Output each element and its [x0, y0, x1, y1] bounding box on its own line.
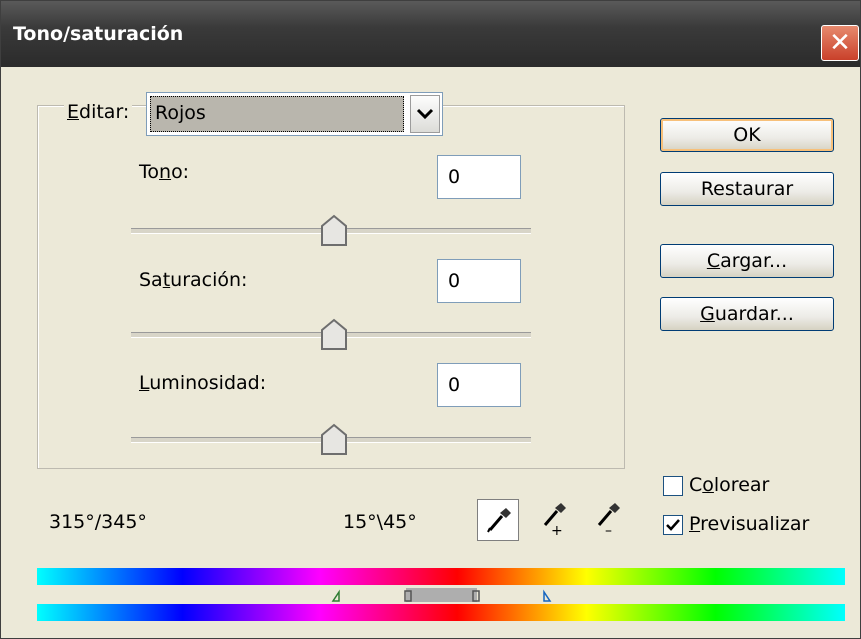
dropdown-button[interactable] [410, 95, 440, 133]
preview-label[interactable]: Previsualizar [689, 513, 809, 535]
title-bar[interactable]: Tono/saturación ✕ [1, 1, 860, 67]
edit-channel-value[interactable]: Rojos [150, 96, 404, 132]
lightness-label: Luminosidad: [139, 372, 267, 394]
hue-label: Tono: [139, 161, 190, 183]
hue-saturation-dialog: Tono/saturación ✕ Editar: Rojos Tono: 0 … [0, 0, 861, 639]
eyedropper-minus-tool[interactable]: – [587, 497, 629, 539]
saturation-label: Saturación: [139, 269, 248, 291]
lightness-slider-thumb[interactable] [317, 423, 351, 457]
range-right-readout: 15°\45° [343, 511, 417, 533]
colorize-label[interactable]: Colorear [689, 474, 769, 496]
close-button[interactable]: ✕ [821, 25, 859, 61]
eyedropper-minus-icon: – [597, 503, 620, 539]
saturation-input[interactable]: 0 [437, 259, 521, 303]
window-title: Tono/saturación [13, 23, 184, 45]
chevron-down-icon [416, 108, 434, 120]
range-right-outer-handle [543, 589, 552, 602]
range-left-inner-handle [404, 590, 412, 602]
hue-slider-thumb[interactable] [317, 214, 351, 248]
range-sliders[interactable] [331, 588, 571, 604]
svg-text:+: + [551, 523, 563, 537]
eyedropper-plus-icon: + [543, 503, 566, 539]
eyedropper-plus-tool[interactable]: + [533, 497, 575, 539]
checkmark-icon [666, 519, 680, 531]
colorize-checkbox[interactable] [663, 476, 683, 496]
svg-text:–: – [605, 523, 612, 537]
edit-group-frame [37, 105, 625, 469]
preview-checkbox[interactable] [663, 515, 683, 535]
range-left-readout: 315°/345° [49, 511, 147, 533]
hue-spectrum-bottom [37, 604, 845, 621]
hue-spectrum-top [37, 568, 845, 585]
save-button[interactable]: Guardar... [660, 297, 834, 331]
eyedropper-icon [487, 508, 511, 533]
range-right-inner-handle [472, 590, 480, 602]
load-button[interactable]: Cargar... [660, 244, 834, 278]
lightness-input[interactable]: 0 [437, 363, 521, 407]
range-left-outer-handle [331, 589, 340, 602]
ok-button[interactable]: OK [660, 118, 834, 152]
hue-input[interactable]: 0 [437, 155, 521, 199]
close-icon[interactable]: ✕ [822, 28, 858, 58]
edit-channel-select[interactable]: Rojos [146, 92, 443, 136]
saturation-slider-thumb[interactable] [317, 318, 351, 352]
edit-label: Editar: [64, 101, 133, 123]
eyedropper-tool[interactable] [477, 499, 519, 541]
reset-button[interactable]: Restaurar [660, 172, 834, 206]
